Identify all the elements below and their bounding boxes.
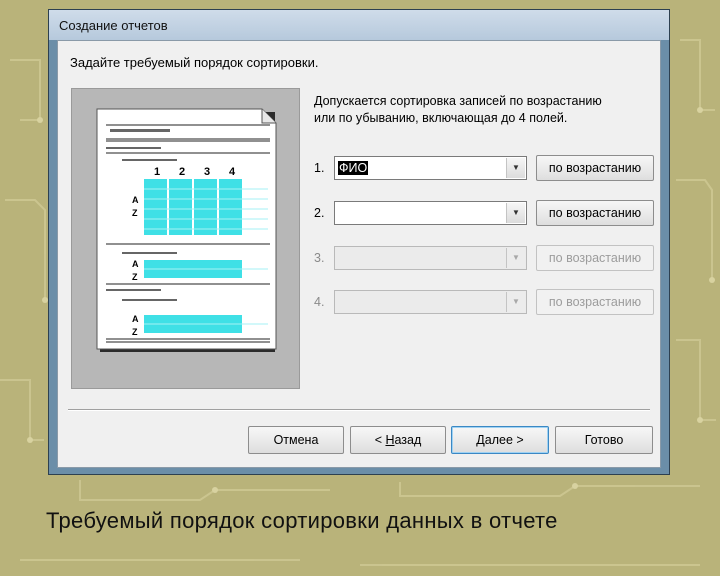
- sort-row-4-number: 4.: [314, 295, 325, 309]
- sort-order-2-button[interactable]: по возрастанию: [536, 200, 654, 226]
- sort-field-2-combo[interactable]: ▼: [334, 201, 527, 225]
- column-number-4: 4: [229, 166, 236, 178]
- sort-field-4-combo[interactable]: ▼: [334, 290, 527, 314]
- sort-row-3-number: 3.: [314, 251, 325, 265]
- window-title: Создание отчетов: [59, 18, 168, 33]
- sort-preview-panel: 1 2 3 4 A Z A Z A Z: [71, 88, 300, 389]
- next-button-accel: Д: [476, 433, 485, 447]
- back-button[interactable]: < Назад: [350, 426, 446, 454]
- next-button[interactable]: Далее >: [451, 426, 549, 454]
- column-number-1: 1: [154, 166, 160, 178]
- sort-glyph-a-1: A: [132, 195, 139, 205]
- back-button-prefix: <: [374, 433, 386, 447]
- chevron-down-icon[interactable]: ▼: [506, 203, 525, 223]
- sort-row-2-number: 2.: [314, 206, 325, 220]
- slide-caption: Требуемый порядок сортировки данных в от…: [46, 508, 558, 533]
- column-number-2: 2: [179, 166, 185, 178]
- title-bar: Создание отчетов: [49, 10, 669, 40]
- description-line-1: Допускается сортировка записей по возрас…: [314, 94, 602, 108]
- sort-glyph-z-2: Z: [132, 272, 138, 282]
- sort-glyph-a-2: A: [132, 259, 139, 269]
- back-button-accel: Н: [385, 433, 395, 447]
- chevron-down-icon[interactable]: ▼: [506, 292, 525, 312]
- chevron-down-icon[interactable]: ▼: [506, 158, 525, 178]
- report-wizard-dialog: Создание отчетов Задайте требуемый поряд…: [48, 9, 670, 475]
- footer-divider: [68, 409, 650, 411]
- sort-order-3-button[interactable]: по возрастанию: [536, 245, 654, 271]
- sort-glyph-z-1: Z: [132, 208, 138, 218]
- cancel-button[interactable]: Отмена: [248, 426, 344, 454]
- column-number-3: 3: [204, 166, 210, 178]
- sort-field-3-combo[interactable]: ▼: [334, 246, 527, 270]
- sort-row-1-number: 1.: [314, 161, 325, 175]
- back-button-rest: азад: [394, 433, 422, 447]
- dialog-client-area: Задайте требуемый порядок сортировки. 1 …: [57, 40, 661, 468]
- wizard-description: Допускается сортировка записей по возрас…: [314, 93, 654, 127]
- sort-glyph-a-3: A: [132, 314, 139, 324]
- description-line-2: или по убыванию, включающая до 4 полей.: [314, 111, 568, 125]
- sort-glyph-z-3: Z: [132, 327, 138, 337]
- finish-button[interactable]: Готово: [555, 426, 653, 454]
- sort-order-4-button[interactable]: по возрастанию: [536, 289, 654, 315]
- sort-field-1-value: ФИО: [338, 161, 369, 175]
- sort-field-1-combo[interactable]: ФИО ▼: [334, 156, 527, 180]
- report-layout-illustration: 1 2 3 4 A Z A Z A Z: [96, 108, 277, 352]
- chevron-down-icon[interactable]: ▼: [506, 248, 525, 268]
- wizard-header: Задайте требуемый порядок сортировки.: [58, 41, 660, 81]
- sort-order-1-button[interactable]: по возрастанию: [536, 155, 654, 181]
- next-button-rest: алее >: [484, 433, 524, 447]
- wizard-prompt: Задайте требуемый порядок сортировки.: [70, 55, 319, 70]
